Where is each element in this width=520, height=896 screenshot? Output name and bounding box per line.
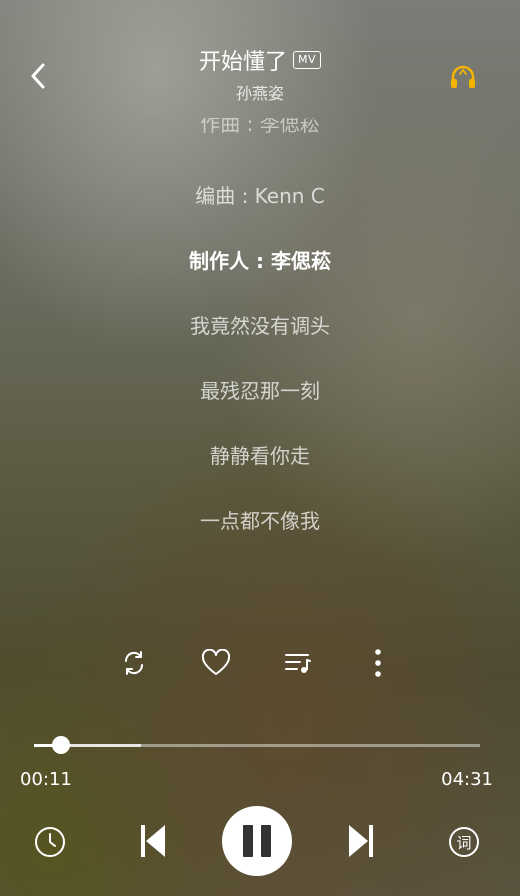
playlist-icon bbox=[285, 654, 311, 673]
artist-name[interactable]: 孙燕姿 bbox=[0, 80, 520, 104]
song-title-row: 开始懂了 MV bbox=[198, 44, 322, 76]
play-history-button[interactable] bbox=[32, 824, 68, 860]
total-time: 04:31 bbox=[441, 769, 493, 790]
action-row bbox=[0, 645, 520, 685]
lyrics-toggle-button[interactable]: 词 bbox=[446, 824, 482, 860]
playlist-button[interactable] bbox=[280, 645, 316, 681]
title-block: 开始懂了 MV 孙燕姿 bbox=[0, 44, 520, 104]
mv-badge[interactable]: MV bbox=[293, 51, 322, 69]
favorite-button[interactable] bbox=[198, 645, 234, 681]
more-vertical-icon bbox=[375, 649, 381, 677]
lyric-line: 一点都不像我 bbox=[200, 509, 320, 533]
skip-next-icon bbox=[349, 825, 373, 857]
lyrics-view[interactable]: 作曲 : 李偲菘 编曲 : Kenn C 制作人 : 李偲菘 我竟然没有调头 最… bbox=[0, 118, 520, 548]
repeat-mode-button[interactable] bbox=[116, 645, 152, 681]
clock-icon bbox=[35, 827, 65, 857]
current-lyric-line: 制作人 : 李偲菘 bbox=[189, 249, 331, 273]
play-pause-button[interactable] bbox=[222, 806, 292, 876]
progress-thumb[interactable] bbox=[51, 736, 70, 754]
progress-bar[interactable] bbox=[34, 736, 480, 754]
current-time: 00:11 bbox=[20, 769, 72, 790]
lyric-line: 我竟然没有调头 bbox=[190, 314, 330, 338]
lyric-line: 最残忍那一刻 bbox=[200, 379, 320, 403]
heart-icon bbox=[201, 649, 231, 675]
skip-previous-icon bbox=[141, 825, 165, 857]
sound-effect-button[interactable] bbox=[448, 62, 478, 92]
lyric-line: 静静看你走 bbox=[210, 444, 310, 468]
top-bar: 开始懂了 MV 孙燕姿 bbox=[0, 0, 520, 120]
more-options-button[interactable] bbox=[360, 645, 396, 681]
headphones-icon bbox=[451, 65, 475, 88]
lyric-line: 编曲 : Kenn C bbox=[195, 184, 325, 208]
lyrics-icon: 词 bbox=[449, 827, 479, 857]
next-track-button[interactable] bbox=[344, 822, 378, 860]
pause-icon bbox=[243, 825, 271, 857]
lyric-line: 作曲 : 李偲菘 bbox=[200, 118, 320, 136]
repeat-icon bbox=[124, 651, 144, 675]
playback-controls: 词 bbox=[0, 806, 520, 876]
song-title: 开始懂了 bbox=[198, 50, 287, 75]
previous-track-button[interactable] bbox=[136, 822, 170, 860]
